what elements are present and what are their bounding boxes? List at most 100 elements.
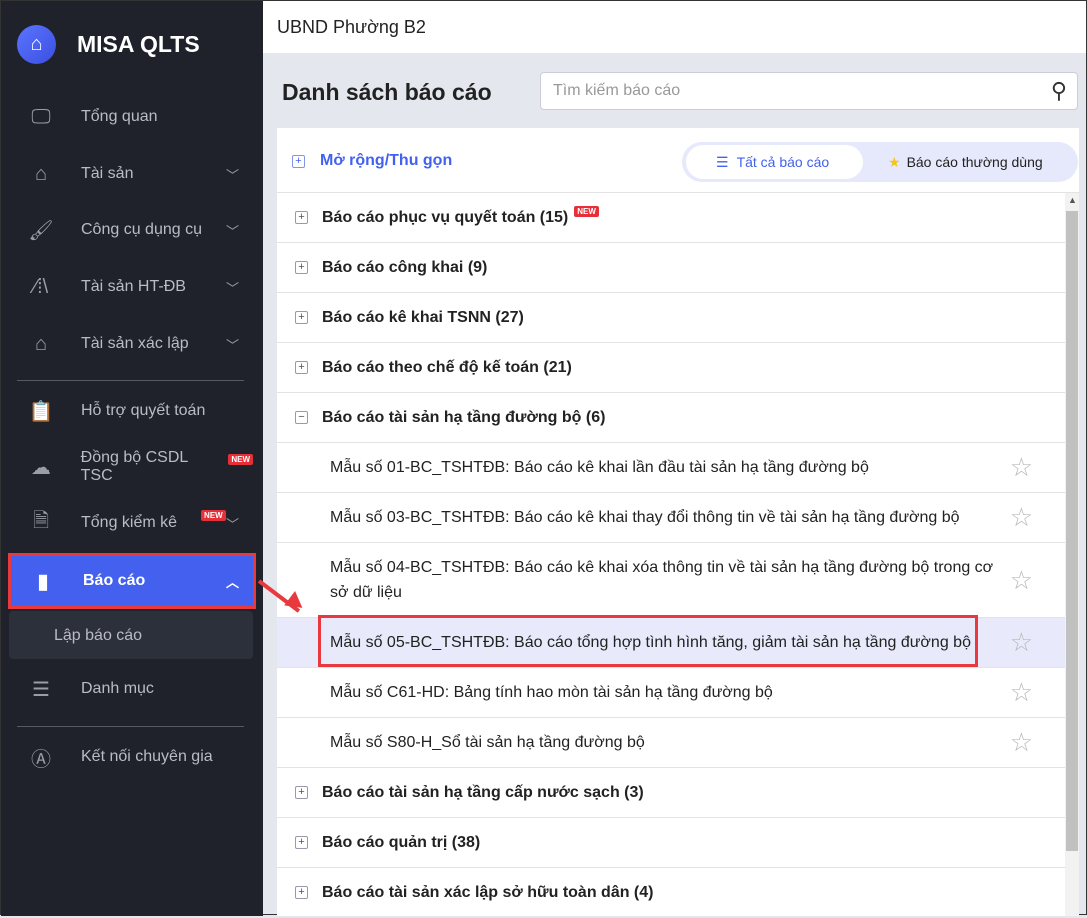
search-input[interactable]: Tìm kiếm báo cáo ⚲ (540, 72, 1078, 110)
plus-square-icon: + (295, 361, 308, 374)
star-icon[interactable]: ☆ (1010, 502, 1033, 533)
sidebar-item-dong-bo-csdl[interactable]: ☁ Đồng bộ CSDL TSC NEW (9, 442, 253, 492)
report-label: Mẫu số 03-BC_TSHTĐB: Báo cáo kê khai tha… (330, 508, 960, 526)
report-panel: + Mở rộng/Thu gọn ☰ Tất cả báo cáo ★ Báo cá… (277, 128, 1079, 918)
paint-roller-icon: 🖌 (28, 219, 54, 242)
house-car-icon: ⌂ (34, 332, 48, 355)
monitor-chart-icon: 🖵 (31, 105, 51, 128)
report-item[interactable]: Mẫu số 03-BC_TSHTĐB: Báo cáo kê khai tha… (277, 493, 1065, 543)
cloud-upload-icon: ☁ (30, 456, 51, 479)
chevron-down-icon: ﹀ (225, 167, 239, 183)
sidebar-item-label: Tài sản HT-ĐB (81, 278, 186, 295)
sidebar: ⌂ MISA QLTS 🖵 Tổng quan ⌂ Tài sản ﹀ 🖌 Công c… (1, 1, 263, 916)
plus-square-icon: + (295, 786, 308, 799)
chevron-down-icon: ﹀ (225, 516, 239, 532)
sidebar-item-label: Đồng bộ CSDL TSC (80, 449, 188, 484)
sidebar-item-ho-tro-quyet-toan[interactable]: 📋 Hỗ trợ quyết toán (9, 386, 253, 436)
report-group[interactable]: + Báo cáo tài sản xác lập sở hữu toàn dân… (277, 868, 1065, 918)
sidebar-item-label: Báo cáo (83, 572, 146, 589)
clipboard-check-icon: 📋 (28, 400, 54, 423)
plus-square-icon: + (295, 311, 308, 324)
scroll-up-icon[interactable]: ▲ (1068, 195, 1077, 205)
sidebar-item-tong-kiem-ke[interactable]: 🗎 Tổng kiểm kê NEW ﹀ (9, 498, 253, 548)
expand-label: Mở rộng/Thu gọn (320, 152, 453, 169)
report-filter-toggle: ☰ Tất cả báo cáo ★ Báo cáo thường dùng (682, 142, 1078, 182)
report-group-expanded[interactable]: − Báo cáo tài sản hạ tầng đường bộ (6) (277, 393, 1065, 443)
star-icon[interactable]: ☆ (1010, 727, 1033, 758)
house-logo-icon: ⌂ (17, 25, 56, 64)
expert-icon: Ⓐ (31, 748, 51, 771)
sidebar-item-cong-cu-dung-cu[interactable]: 🖌 Công cụ dụng cụ ﹀ (9, 205, 253, 255)
report-group[interactable]: + Báo cáo theo chế độ kế toán (21) (277, 343, 1065, 393)
plus-square-icon: + (292, 154, 305, 168)
report-group[interactable]: + Báo cáo quản trị (38) (277, 818, 1065, 868)
sidebar-subitem-lap-bao-cao[interactable]: Lập báo cáo (9, 611, 253, 659)
tab-favorite-reports[interactable]: ★ Báo cáo thường dùng (888, 154, 1043, 171)
group-label: Báo cáo quản trị (38) (322, 833, 481, 851)
sidebar-item-label: Tài sản (81, 165, 134, 182)
star-icon[interactable]: ☆ (1010, 677, 1033, 708)
sidebar-item-bao-cao[interactable]: ▮ Báo cáo ︿ (8, 553, 256, 609)
sidebar-item-tong-quan[interactable]: 🖵 Tổng quan (9, 92, 253, 142)
group-label: Báo cáo tài sản hạ tầng cấp nước sạch (3… (322, 783, 644, 801)
page-title: Danh sách báo cáo (282, 79, 492, 105)
sidebar-item-label: Danh mục (81, 680, 154, 697)
report-item[interactable]: Mẫu số S80-H_Sổ tài sản hạ tầng đường bộ… (277, 718, 1065, 768)
menu-icon: ☰ (716, 154, 729, 170)
tab-label: Báo cáo thường dùng (906, 154, 1043, 170)
report-group[interactable]: + Báo cáo tài sản hạ tầng cấp nước sạch (… (277, 768, 1065, 818)
report-group[interactable]: + Báo cáo phục vụ quyết toán (15) NEW (277, 193, 1065, 243)
report-item[interactable]: Mẫu số 04-BC_TSHTĐB: Báo cáo kê khai xóa… (277, 543, 1065, 618)
chevron-down-icon: ﹀ (225, 337, 239, 353)
search-placeholder: Tìm kiếm báo cáo (553, 82, 681, 99)
list-icon: ☰ (32, 678, 50, 701)
chevron-down-icon: ﹀ (225, 280, 239, 296)
star-icon[interactable]: ☆ (1010, 567, 1033, 593)
report-item[interactable]: Mẫu số 01-BC_TSHTĐB: Báo cáo kê khai lần… (277, 443, 1065, 493)
group-label: Báo cáo công khai (9) (322, 258, 488, 276)
road-icon: ⁄⁞\ (33, 275, 49, 298)
divider (17, 726, 244, 727)
group-label: Báo cáo phục vụ quyết toán (15) (322, 208, 569, 226)
minus-square-icon: − (295, 411, 308, 424)
unit-header: UBND Phường B2 (263, 1, 1086, 53)
sidebar-item-ket-noi-chuyen-gia[interactable]: Ⓐ Kết nối chuyên gia (9, 732, 253, 782)
app-title: MISA QLTS (77, 31, 200, 57)
sidebar-item-tai-san-xac-lap[interactable]: ⌂ Tài sản xác lập ﹀ (9, 319, 253, 369)
chevron-up-icon: ︿ (225, 574, 239, 590)
scrollbar[interactable]: ▲ (1065, 193, 1079, 916)
sidebar-item-label: Kết nối chuyên gia (81, 748, 213, 765)
sidebar-item-label: Tổng kiểm kê (81, 514, 178, 531)
plus-square-icon: + (295, 261, 308, 274)
report-label: Mẫu số C61-HD: Bảng tính hao mòn tài sản… (330, 683, 773, 701)
sidebar-item-danh-muc[interactable]: ☰ Danh mục (9, 664, 253, 714)
chevron-down-icon: ﹀ (225, 223, 239, 239)
report-item-selected[interactable]: Mẫu số 05-BC_TSHTĐB: Báo cáo tổng hợp tì… (277, 615, 1065, 668)
star-icon[interactable]: ☆ (1010, 627, 1033, 658)
group-label: Báo cáo kê khai TSNN (27) (322, 308, 524, 326)
group-label: Báo cáo theo chế độ kế toán (21) (322, 358, 572, 376)
expand-collapse-button[interactable]: + Mở rộng/Thu gọn (292, 152, 452, 170)
plus-square-icon: + (295, 886, 308, 899)
house-car-icon: ⌂ (34, 162, 48, 185)
group-label: Báo cáo tài sản xác lập sở hữu toàn dân … (322, 883, 654, 901)
report-group[interactable]: + Báo cáo kê khai TSNN (27) (277, 293, 1065, 343)
search-icon[interactable]: ⚲ (1051, 78, 1067, 104)
sidebar-item-tai-san[interactable]: ⌂ Tài sản ﹀ (9, 149, 253, 199)
new-badge: NEW (201, 510, 226, 521)
new-badge: NEW (228, 454, 253, 465)
scrollbar-thumb[interactable] (1066, 211, 1078, 851)
tab-all-reports[interactable]: ☰ Tất cả báo cáo (686, 145, 863, 179)
logo[interactable]: ⌂ MISA QLTS (17, 25, 200, 64)
star-icon: ★ (888, 154, 901, 170)
report-item[interactable]: Mẫu số C61-HD: Bảng tính hao mòn tài sản… (277, 668, 1065, 718)
sidebar-item-tai-san-ht-db[interactable]: ⁄⁞\ Tài sản HT-ĐB ﹀ (9, 262, 253, 312)
sidebar-item-label: Tổng quan (81, 108, 158, 125)
star-icon[interactable]: ☆ (1010, 452, 1033, 483)
sidebar-item-label: Tài sản xác lập (81, 335, 189, 352)
divider (17, 380, 244, 381)
report-label: Mẫu số S80-H_Sổ tài sản hạ tầng đường bộ (330, 733, 645, 751)
plus-square-icon: + (295, 836, 308, 849)
report-group[interactable]: + Báo cáo công khai (9) (277, 243, 1065, 293)
group-label: Báo cáo tài sản hạ tầng đường bộ (6) (322, 408, 606, 426)
